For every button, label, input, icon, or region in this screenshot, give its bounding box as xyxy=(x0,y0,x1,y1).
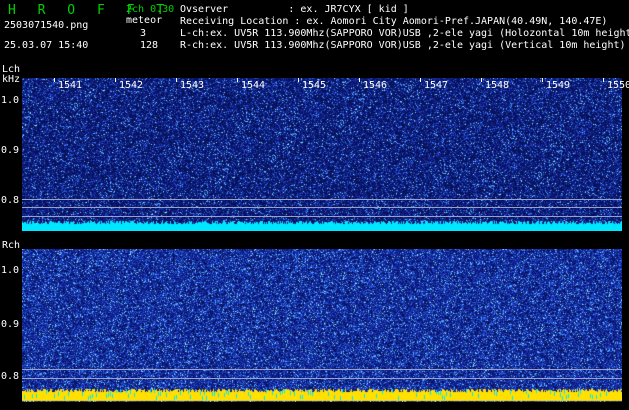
datetime-label: 25.03.07 15:40 xyxy=(4,40,89,51)
observer-info: Ovserver : ex. JR7CYX [ kid ] xyxy=(180,4,409,15)
rch-info: R-ch:ex. UV5R 113.900Mhz(SAPPORO VOR)USB… xyxy=(180,40,626,51)
rch-ytick-1-0: 1.0 xyxy=(1,265,20,276)
rch-ytick-0-8: 0.8 xyxy=(1,371,20,382)
version-label: 2ch 0.30 xyxy=(126,4,175,15)
lch-marker-line xyxy=(22,207,622,208)
time-tick-mark xyxy=(54,78,55,82)
time-tick-mark xyxy=(298,78,299,82)
rch-marker-line xyxy=(22,378,622,379)
time-tick-label: 1547 xyxy=(424,80,449,91)
time-tick-label: 1543 xyxy=(180,80,205,91)
time-tick-mark xyxy=(542,78,543,82)
time-tick-mark xyxy=(359,78,360,82)
total-count: 128 xyxy=(140,40,159,51)
time-tick-label: 1545 xyxy=(302,80,327,91)
time-tick-mark xyxy=(481,78,482,82)
file-name: 2503071540.png xyxy=(4,20,89,31)
rch-spectrogram xyxy=(22,249,622,402)
time-tick-mark xyxy=(420,78,421,82)
location-info: Receiving Location : ex. Aomori City Aom… xyxy=(180,16,608,27)
time-tick-label: 1550 xyxy=(607,80,629,91)
rch-marker-line xyxy=(22,369,622,370)
time-tick-label: 1542 xyxy=(119,80,144,91)
time-tick-label: 1546 xyxy=(363,80,388,91)
lch-ytick-0-8: 0.8 xyxy=(1,195,20,206)
meteor-count: 3 xyxy=(140,28,147,39)
time-tick-label: 1548 xyxy=(485,80,510,91)
rch-ytick-0-9: 0.9 xyxy=(1,319,20,330)
meteor-label: meteor xyxy=(126,15,163,26)
time-tick-label: 1544 xyxy=(241,80,266,91)
lch-ytick-0-9: 0.9 xyxy=(1,145,20,156)
lch-marker-line xyxy=(22,216,622,217)
time-tick-label: 1541 xyxy=(58,80,83,91)
time-tick-label: 1549 xyxy=(546,80,571,91)
lch-spectrogram xyxy=(22,78,622,231)
khz-label: kHz xyxy=(2,74,21,85)
time-tick-mark xyxy=(115,78,116,82)
time-tick-mark xyxy=(176,78,177,82)
rch-label: Rch xyxy=(2,240,21,251)
lch-marker-line xyxy=(22,199,622,200)
lch-info: L-ch:ex. UV5R 113.900Mhz(SAPPORO VOR)USB… xyxy=(180,28,629,39)
time-tick-mark xyxy=(603,78,604,82)
lch-ytick-1-0: 1.0 xyxy=(1,95,20,106)
time-tick-mark xyxy=(237,78,238,82)
